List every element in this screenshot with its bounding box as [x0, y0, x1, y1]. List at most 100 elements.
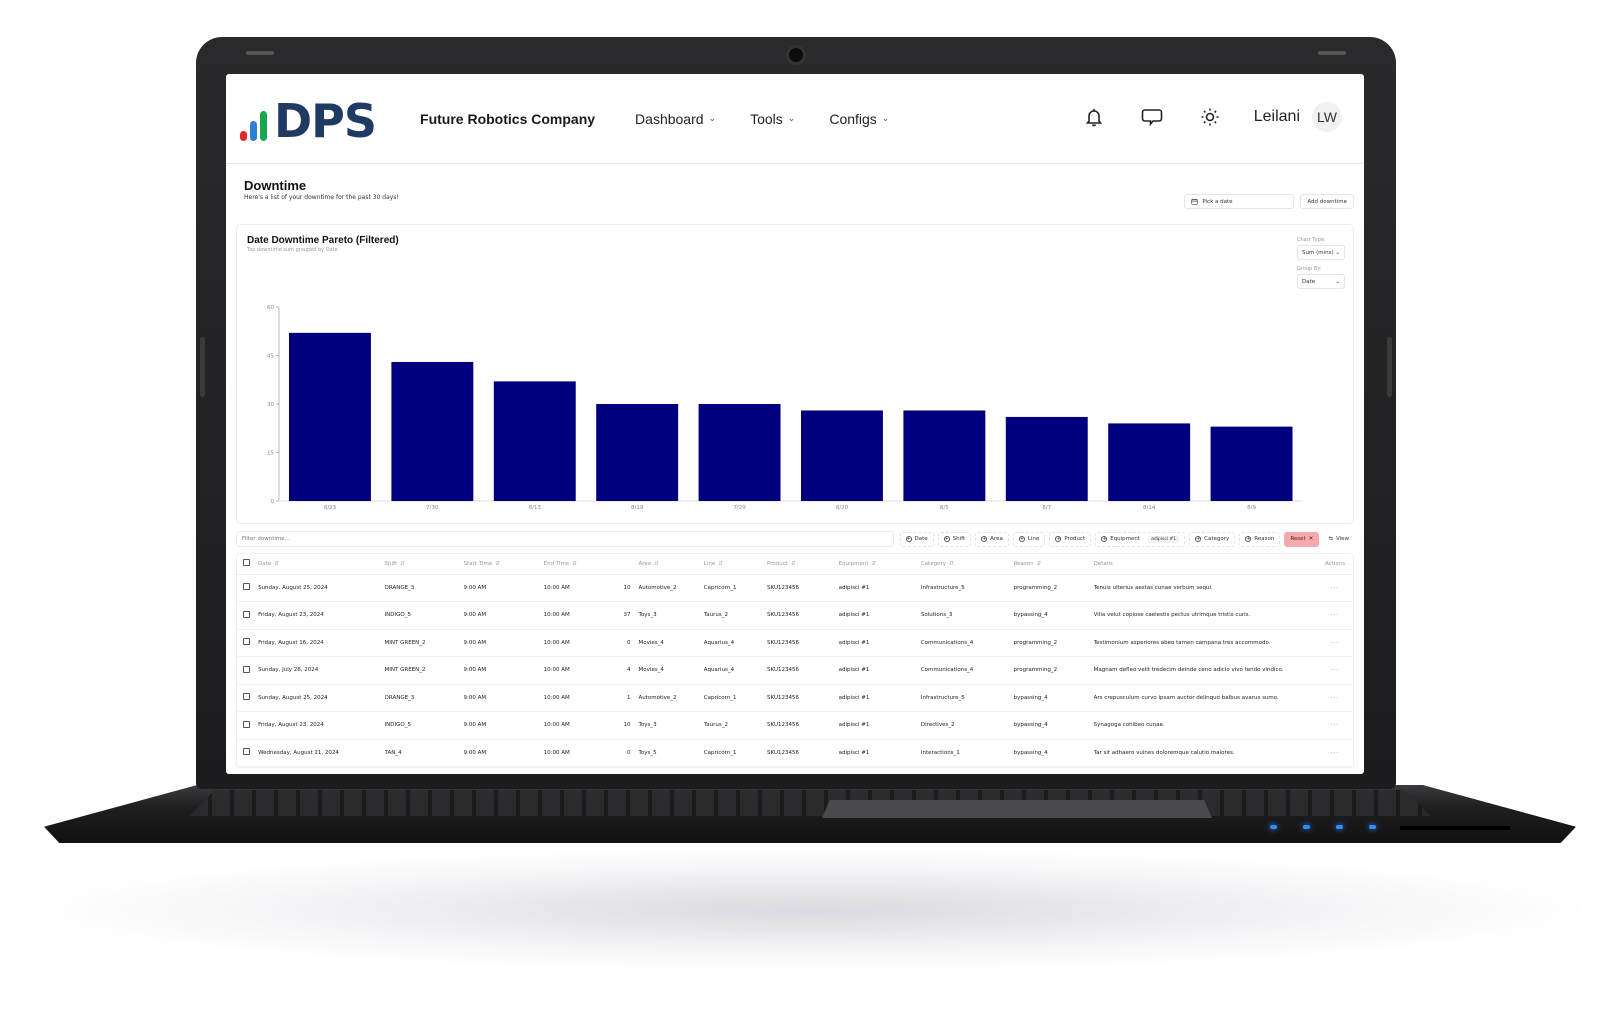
row-checkbox[interactable] — [243, 693, 250, 701]
row-checkbox[interactable] — [243, 720, 250, 728]
filter-chip-category[interactable]: + Category — [1189, 531, 1236, 547]
filter-chip-date[interactable]: + Date — [899, 531, 934, 547]
cell-shift: TAN_4 — [384, 739, 464, 767]
reset-filters-button[interactable]: Reset ✕ — [1284, 531, 1320, 547]
row-actions-button[interactable]: ··· — [1317, 629, 1353, 657]
laptop-status-leds — [1270, 825, 1376, 829]
sort-icon: ⇵ — [400, 560, 405, 567]
date-picker-button[interactable]: Pick a date — [1184, 194, 1295, 209]
page-header: Downtime Here's a list of your downtime … — [236, 178, 1354, 224]
column-header-reason[interactable]: Reason ⇵ — [1013, 554, 1094, 575]
cell-equipment: adipisci #1 — [838, 629, 921, 657]
calendar-icon — [1191, 198, 1198, 205]
cell-shift: INDIGO_5 — [384, 601, 464, 630]
row-checkbox[interactable] — [243, 638, 250, 646]
filter-chip-equipment[interactable]: + Equipment adipisci #1 — [1095, 531, 1186, 547]
row-actions-button[interactable]: ··· — [1317, 684, 1353, 712]
laptop-port — [1400, 826, 1510, 830]
table-row[interactable]: Sunday, July 28, 2024 MINT GREEN_2 9:00 AM… — [237, 656, 1353, 685]
cell-end-time: 10:00 AM — [543, 574, 607, 602]
filter-chip-reason[interactable]: + Reason — [1239, 531, 1281, 547]
table-row[interactable]: Friday, August 16, 2024 MINT GREEN_2 9:00 … — [237, 629, 1353, 657]
filter-toolbar: +Date+Shift+Area+Line+Product+Equipmenta… — [236, 531, 1354, 547]
column-label: Area — [638, 560, 652, 567]
chevron-down-icon: ⌄ — [1335, 249, 1340, 256]
row-actions-button[interactable]: ··· — [1317, 574, 1353, 602]
y-tick-label: 45 — [267, 354, 274, 360]
row-actions-button[interactable]: ··· — [1317, 601, 1353, 630]
x-tick-label: 8/20 — [836, 505, 849, 511]
column-header-end-time[interactable]: End Time ⇵ — [543, 554, 607, 575]
cell-product: SKU123456 — [767, 711, 839, 740]
column-label: Details — [1093, 560, 1113, 567]
table-row[interactable]: Friday, August 23, 2024 INDIGO_5 9:00 AM 10… — [237, 601, 1353, 630]
chart-type-select[interactable]: Sum (mins) ⌄ — [1297, 245, 1345, 260]
messages-button[interactable] — [1140, 105, 1164, 129]
x-tick-label: 8/7 — [1042, 505, 1051, 511]
pareto-bar-chart: 0 15 30 45 60 8/23 7/30 8/13 8/19 7/29 8/20 8/5 8/7 8… — [267, 305, 1303, 511]
cell-end-time: 10:00 AM — [543, 629, 607, 657]
column-header-area[interactable]: Area ⇵ — [638, 554, 704, 575]
dps-logo[interactable]: DPS — [240, 97, 377, 144]
logo-bar-green — [260, 110, 267, 141]
chevron-down-icon: ⌄ — [708, 113, 717, 123]
row-checkbox[interactable] — [243, 610, 250, 618]
nav-tools[interactable]: Tools ⌄ — [750, 111, 795, 127]
y-tick-label: 30 — [267, 402, 274, 408]
column-header-start-time[interactable]: Start Time ⇵ — [463, 554, 544, 575]
nav-configs[interactable]: Configs ⌄ — [829, 111, 889, 127]
y-tick-label: 0 — [271, 499, 275, 505]
x-tick-label: 8/14 — [1143, 505, 1156, 511]
filter-chip-line[interactable]: + Line — [1012, 531, 1046, 547]
bar-8-23 — [289, 332, 371, 501]
table-row[interactable]: Wednesday, August 21, 2024 TAN_4 9:00 AM 10… — [237, 739, 1353, 767]
row-checkbox[interactable] — [243, 583, 250, 591]
column-label: Reason — [1013, 560, 1034, 567]
column-label: Start Time — [463, 560, 493, 567]
table-row[interactable]: Friday, August 23, 2024 INDIGO_5 9:00 AM 10… — [237, 711, 1353, 740]
cell-reason: bypassing_4 — [1013, 684, 1094, 712]
nav-configs-label: Configs — [829, 110, 877, 127]
select-all-checkbox[interactable] — [243, 559, 250, 567]
row-actions-button[interactable]: ··· — [1317, 711, 1353, 740]
filter-chip-area[interactable]: + Area — [975, 531, 1009, 547]
row-actions-button[interactable]: ··· — [1317, 656, 1353, 685]
column-header-line[interactable]: Line ⇵ — [703, 554, 767, 575]
cell-equipment: adipisci #1 — [838, 739, 921, 767]
view-options-button[interactable]: ⇆ View — [1323, 532, 1354, 547]
row-select-cell — [237, 656, 259, 685]
column-header-date[interactable]: Date ⇵ — [258, 554, 385, 575]
app-screen: DPS Future Robotics Company Dashboard ⌄ … — [226, 74, 1364, 774]
cell-area: Automotive_2 — [638, 574, 704, 602]
column-header-category[interactable]: Category ⇵ — [920, 554, 1014, 575]
nav-dashboard[interactable]: Dashboard ⌄ — [635, 111, 716, 127]
notifications-button[interactable] — [1082, 105, 1106, 129]
table-header-row: Date ⇵ Shift ⇵ Start Time ⇵ End Time ⇵ Area ⇵ Line… — [237, 554, 1353, 575]
filter-chip-label: Product — [1064, 536, 1086, 542]
cell-shift: INDIGO_5 — [384, 711, 464, 740]
cell-start-time: 9:00 AM — [463, 629, 544, 657]
table-row[interactable]: Sunday, August 25, 2024 ORANGE_3 9:00 AM 10… — [237, 574, 1353, 602]
reset-label: Reset — [1290, 536, 1306, 542]
plus-circle-icon: + — [1195, 536, 1202, 542]
column-header-product[interactable]: Product ⇵ — [767, 554, 839, 575]
table-row[interactable]: Sunday, August 25, 2024 ORANGE_3 9:00 AM 10… — [237, 684, 1353, 712]
filter-downtime-input[interactable] — [236, 531, 894, 547]
add-downtime-button[interactable]: Add downtime — [1300, 194, 1354, 209]
row-actions-button[interactable]: ··· — [1317, 739, 1353, 767]
theme-toggle-button[interactable] — [1198, 105, 1222, 129]
row-checkbox[interactable] — [243, 748, 250, 756]
column-header-shift[interactable]: Shift ⇵ — [384, 554, 464, 575]
y-tick-label: 60 — [267, 305, 274, 311]
user-name[interactable]: Leilani — [1254, 108, 1300, 126]
cell-equipment: adipisci #1 — [838, 601, 921, 630]
cell-date: Sunday, August 25, 2024 — [258, 574, 385, 602]
user-avatar[interactable]: LW — [1312, 102, 1342, 132]
filter-chip-shift[interactable]: + Shift — [937, 531, 972, 547]
chart-subtitle: Top downtime sum grouped by Date — [247, 247, 338, 253]
page-actions: Pick a date Add downtime — [1184, 194, 1354, 209]
group-by-select[interactable]: Date ⌄ — [1297, 274, 1345, 289]
column-header-equipment[interactable]: Equipment ⇵ — [838, 554, 921, 575]
row-checkbox[interactable] — [243, 665, 250, 673]
filter-chip-product[interactable]: + Product — [1049, 531, 1092, 547]
